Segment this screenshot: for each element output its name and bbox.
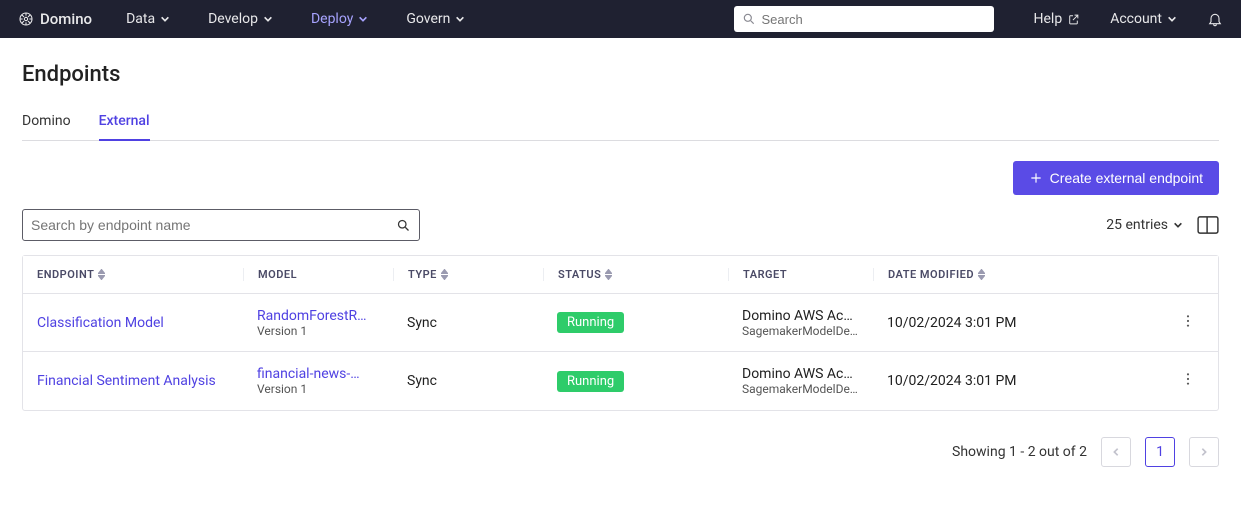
columns-icon[interactable] <box>1197 216 1219 234</box>
tab-domino[interactable]: Domino <box>22 107 71 141</box>
brand-label: Domino <box>40 10 92 28</box>
col-type-label: TYPE <box>408 268 437 281</box>
target-main: Domino AWS Acc… <box>742 366 859 382</box>
external-link-icon <box>1067 13 1080 26</box>
table-row: Financial Sentiment Analysis financial-n… <box>23 352 1218 410</box>
chevron-right-icon <box>1199 447 1209 457</box>
sort-icon <box>98 269 105 280</box>
col-date-modified[interactable]: DATE MODIFIED <box>873 268 1153 281</box>
account-label: Account <box>1110 11 1162 27</box>
sort-icon <box>441 269 448 280</box>
endpoint-link[interactable]: Financial Sentiment Analysis <box>37 373 216 389</box>
nav-govern-label: Govern <box>406 11 450 27</box>
col-endpoint[interactable]: ENDPOINT <box>23 268 243 281</box>
status-badge: Running <box>557 371 624 392</box>
tab-external[interactable]: External <box>99 107 150 141</box>
chevron-down-icon <box>1173 220 1183 230</box>
pagination-next[interactable] <box>1189 437 1219 467</box>
chevron-down-icon <box>358 14 368 24</box>
domino-logo-icon <box>18 11 34 27</box>
endpoint-search[interactable] <box>22 209 420 241</box>
col-status-label: STATUS <box>558 268 601 281</box>
col-model: MODEL <box>243 268 393 281</box>
target-sub: SagemakerModelDe… <box>742 324 859 338</box>
date-modified-cell: 10/02/2024 3:01 PM <box>873 373 1153 389</box>
row-actions-icon[interactable] <box>1180 371 1196 387</box>
table-header: ENDPOINT MODEL TYPE STATUS <box>23 256 1218 294</box>
nav-data-label: Data <box>126 11 155 27</box>
notifications-icon[interactable] <box>1207 11 1223 27</box>
chevron-left-icon <box>1111 447 1121 457</box>
endpoint-link[interactable]: Classification Model <box>37 315 164 331</box>
model-version: Version 1 <box>257 324 379 338</box>
model-link[interactable]: financial-news-… <box>257 366 377 382</box>
model-link[interactable]: RandomForestR… <box>257 308 377 324</box>
create-external-endpoint-button[interactable]: Create external endpoint <box>1013 161 1219 195</box>
endpoint-search-input[interactable] <box>31 217 396 233</box>
help-link[interactable]: Help <box>1034 11 1081 27</box>
nav-data[interactable]: Data <box>126 11 170 27</box>
brand-logo[interactable]: Domino <box>18 10 92 28</box>
target-sub: SagemakerModelDe… <box>742 382 859 396</box>
entries-selector-label: 25 entries <box>1106 217 1168 233</box>
search-icon <box>396 218 411 233</box>
pagination-page-1[interactable]: 1 <box>1145 437 1175 467</box>
status-badge: Running <box>557 312 624 333</box>
search-icon <box>742 12 756 26</box>
help-label: Help <box>1034 11 1063 27</box>
col-status[interactable]: STATUS <box>543 268 728 281</box>
col-model-label: MODEL <box>258 268 297 281</box>
pagination-prev[interactable] <box>1101 437 1131 467</box>
chevron-down-icon <box>455 14 465 24</box>
chevron-down-icon <box>263 14 273 24</box>
plus-icon <box>1029 171 1043 185</box>
endpoints-table: ENDPOINT MODEL TYPE STATUS <box>22 255 1219 411</box>
date-modified-cell: 10/02/2024 3:01 PM <box>873 315 1153 331</box>
col-date-modified-label: DATE MODIFIED <box>888 268 974 281</box>
nav-deploy-label: Deploy <box>311 11 353 27</box>
nav-develop[interactable]: Develop <box>208 11 273 27</box>
pagination-summary: Showing 1 - 2 out of 2 <box>952 444 1087 460</box>
table-row: Classification Model RandomForestR… Vers… <box>23 294 1218 352</box>
account-menu[interactable]: Account <box>1110 11 1177 27</box>
sort-icon <box>605 269 612 280</box>
col-endpoint-label: ENDPOINT <box>37 268 94 281</box>
col-type[interactable]: TYPE <box>393 268 543 281</box>
type-cell: Sync <box>393 373 543 389</box>
create-button-label: Create external endpoint <box>1050 170 1203 186</box>
nav-deploy[interactable]: Deploy <box>311 11 368 27</box>
col-target: TARGET <box>728 268 873 281</box>
nav-develop-label: Develop <box>208 11 258 27</box>
chevron-down-icon <box>160 14 170 24</box>
type-cell: Sync <box>393 315 543 331</box>
global-search-input[interactable] <box>762 12 986 27</box>
nav-govern[interactable]: Govern <box>406 11 465 27</box>
chevron-down-icon <box>1167 14 1177 24</box>
global-search[interactable] <box>734 6 994 32</box>
col-target-label: TARGET <box>743 268 787 281</box>
model-version: Version 1 <box>257 382 379 396</box>
sort-icon <box>978 269 985 280</box>
entries-selector[interactable]: 25 entries <box>1106 217 1183 233</box>
target-main: Domino AWS Acc… <box>742 308 859 324</box>
page-title: Endpoints <box>22 62 1219 87</box>
row-actions-icon[interactable] <box>1180 313 1196 329</box>
